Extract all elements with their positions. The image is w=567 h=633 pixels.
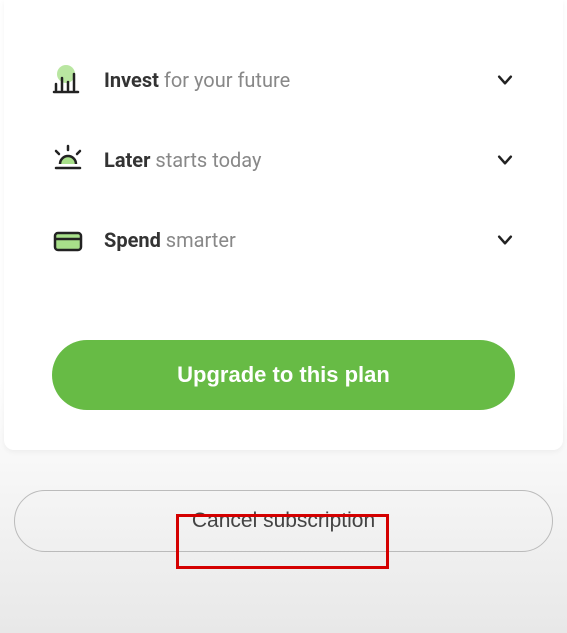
chevron-down-icon	[495, 230, 515, 250]
cancel-subscription-button[interactable]: Cancel subscription	[14, 490, 553, 552]
feature-invest-label: Invest for your future	[104, 68, 495, 92]
feature-later-label: Later starts today	[104, 148, 495, 172]
feature-later[interactable]: Later starts today	[52, 120, 515, 200]
sunrise-icon	[52, 144, 84, 176]
plan-card: Invest for your future Later starts toda…	[4, 0, 563, 450]
chart-icon	[52, 64, 84, 96]
chevron-down-icon	[495, 70, 515, 90]
feature-spend-label: Spend smarter	[104, 228, 495, 252]
card-icon	[52, 224, 84, 256]
feature-invest[interactable]: Invest for your future	[52, 40, 515, 120]
feature-spend[interactable]: Spend smarter	[52, 200, 515, 280]
chevron-down-icon	[495, 150, 515, 170]
upgrade-button[interactable]: Upgrade to this plan	[52, 340, 515, 410]
cancel-container: Cancel subscription	[0, 450, 567, 592]
